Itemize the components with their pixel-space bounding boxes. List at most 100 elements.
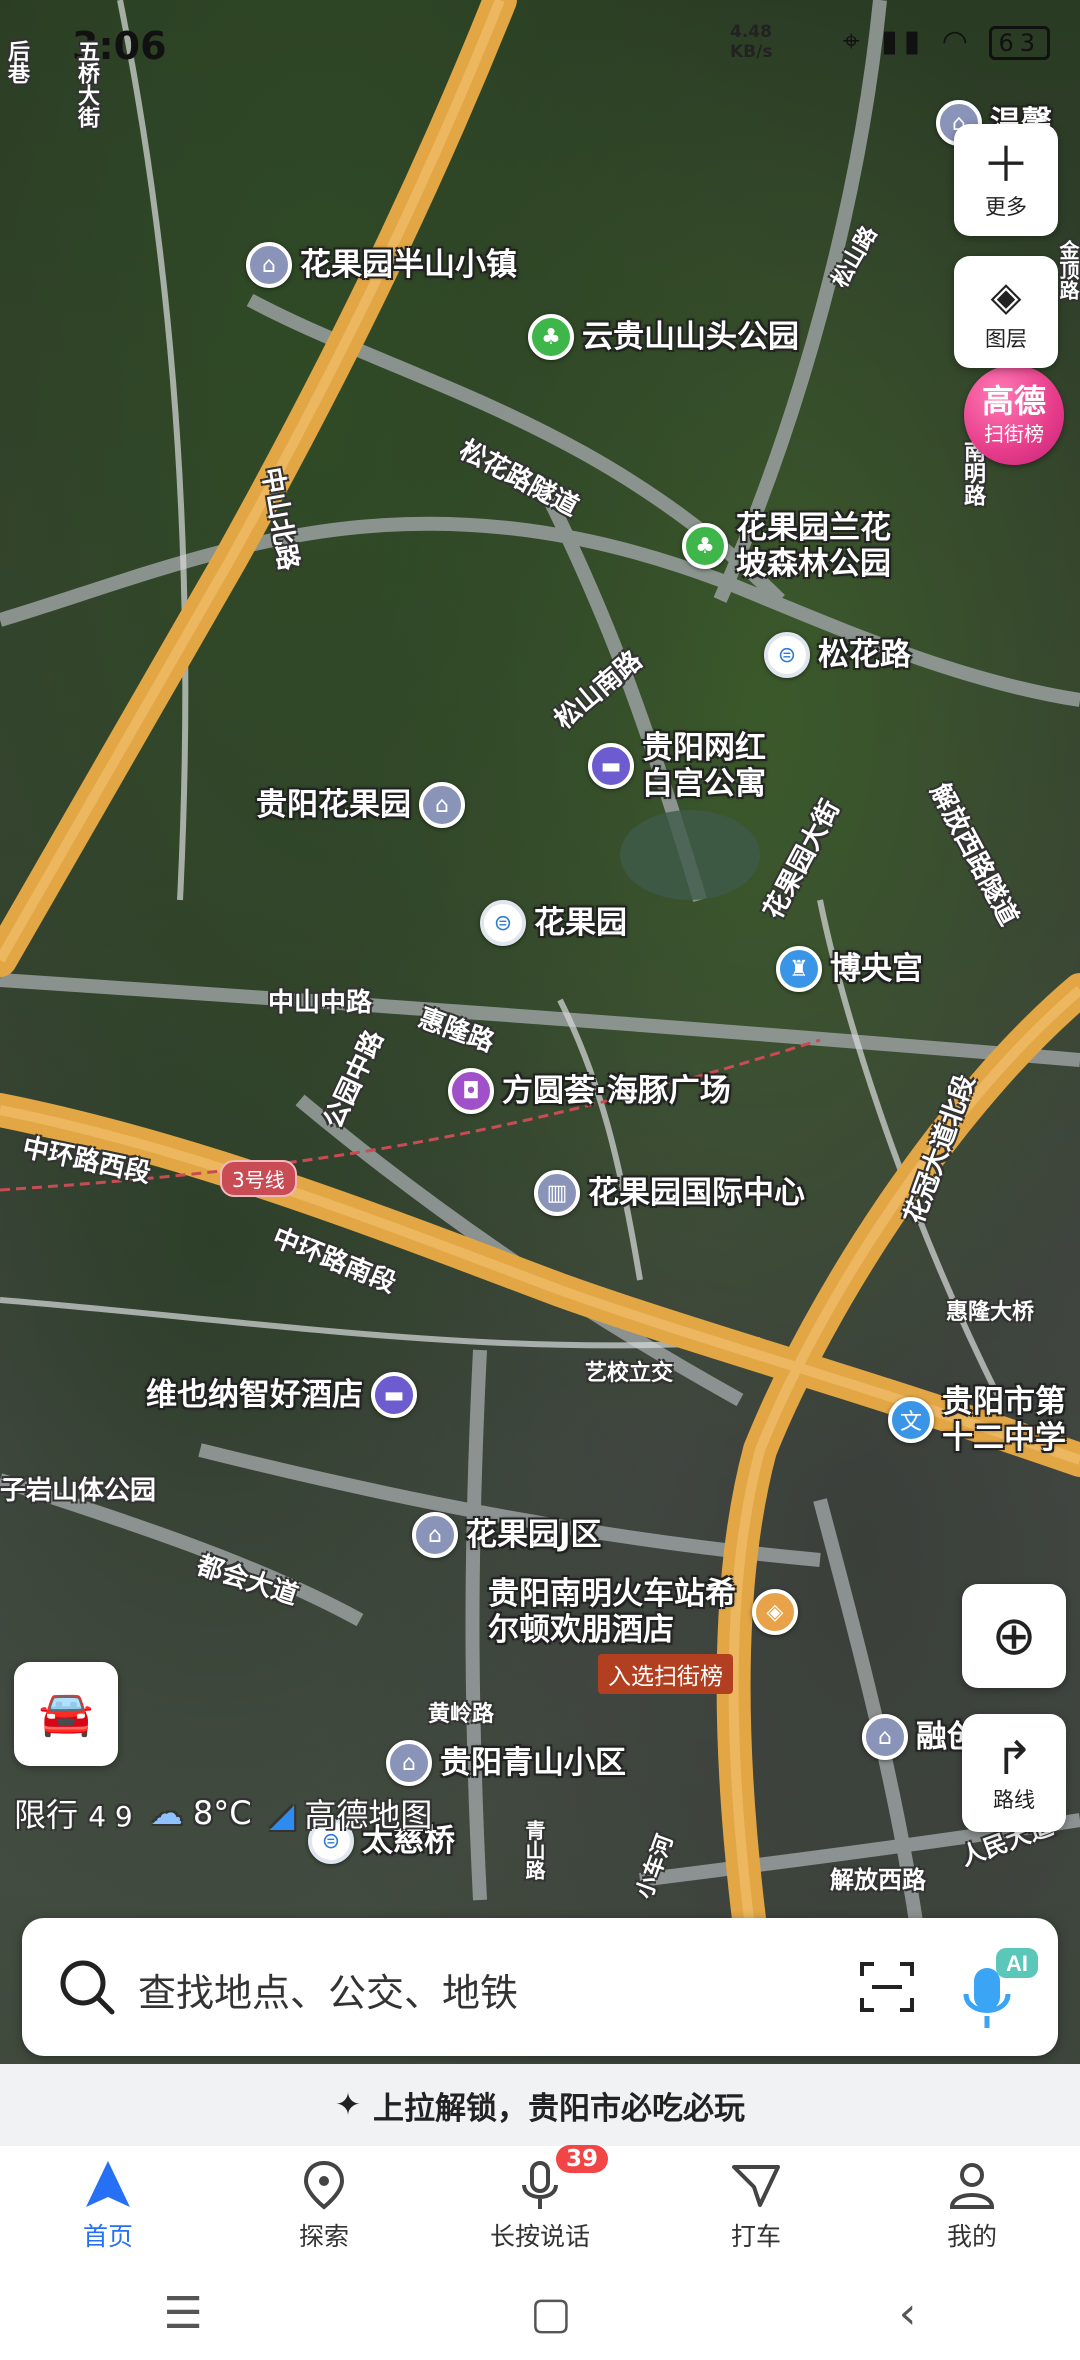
poi-marker[interactable]: ▬ 贵阳网红白宫公寓 bbox=[588, 730, 782, 802]
route-button[interactable]: ↱ 路线 bbox=[962, 1714, 1066, 1832]
promo-banner[interactable]: ✦ 上拉解锁，贵阳市必吃必玩 bbox=[0, 2064, 1080, 2146]
poi-label: 云贵山山头公园 bbox=[582, 319, 799, 355]
more-button[interactable]: ＋ 更多 bbox=[954, 124, 1058, 236]
route-arrow-icon: ↱ bbox=[994, 1731, 1034, 1785]
battery-icon: 63 bbox=[989, 26, 1050, 60]
car-mode-button[interactable]: 🚘 bbox=[14, 1662, 118, 1766]
tab-label: 首页 bbox=[82, 2222, 133, 2251]
poi-marker[interactable]: ♜ 博央宫 bbox=[776, 946, 923, 992]
road-label: 后巷 bbox=[4, 40, 29, 84]
more-label: 更多 bbox=[985, 195, 1027, 219]
road-label: 中山中路 bbox=[268, 988, 373, 1018]
poi-label: 花果园国际中心 bbox=[588, 1175, 805, 1211]
poi-marker[interactable]: ⌂ 融创 bbox=[862, 1714, 978, 1760]
poi-marker[interactable]: ♣ 云贵山山头公园 bbox=[528, 314, 799, 360]
tab-profile[interactable]: 我的 bbox=[882, 2159, 1062, 2253]
poi-marker[interactable]: ⌂ 花果园半山小镇 bbox=[246, 242, 517, 288]
road-label: 子岩山体公园 bbox=[0, 1476, 157, 1506]
layers-icon: ◈ bbox=[990, 274, 1022, 320]
home-icon[interactable]: ▢ bbox=[530, 2288, 572, 2339]
location-pin-icon bbox=[303, 2160, 345, 2210]
poi-marker[interactable]: ▬ 维也纳智好酒店 bbox=[146, 1372, 417, 1418]
poi-label: 花果园兰花坡森林公园 bbox=[736, 510, 891, 582]
poi-marker[interactable]: 文 贵阳市第十二中学 bbox=[888, 1384, 1080, 1456]
status-net-speed: 4.48 KB/s bbox=[730, 22, 772, 62]
hotel-icon: ▬ bbox=[588, 743, 634, 789]
poi-marker[interactable]: ⌂ 贵阳花果园 bbox=[256, 782, 465, 828]
poi-label: 贵阳花果园 bbox=[256, 787, 411, 823]
location-icon: ⌖ bbox=[842, 24, 866, 59]
poi-label: 贵阳南明火车站希尔顿欢朋酒店 bbox=[488, 1576, 736, 1648]
street-rank-button[interactable]: 高德 扫街榜 bbox=[964, 365, 1064, 465]
sparkle-icon: ✦ bbox=[335, 2087, 361, 2123]
road-label: 黄岭路 bbox=[428, 1702, 495, 1727]
tab-label: 打车 bbox=[730, 2222, 781, 2251]
road-label: 惠隆大桥 bbox=[946, 1300, 1035, 1325]
tab-label: 长按说话 bbox=[489, 2222, 590, 2251]
ai-voice-icon[interactable]: AI bbox=[960, 1944, 1040, 2030]
road-label: 艺校立交 bbox=[585, 1361, 674, 1386]
restriction-label: 限行 bbox=[14, 1796, 79, 1834]
locate-button[interactable]: ⊕ bbox=[962, 1584, 1066, 1688]
signal-icon: ▮▮ bbox=[881, 24, 927, 59]
scan-icon[interactable] bbox=[858, 1958, 916, 2016]
weather[interactable]: ☁ 8°C bbox=[151, 1794, 252, 1832]
entertainment-icon: ♜ bbox=[776, 946, 822, 992]
poi-marker[interactable]: ⌂ 贵阳青山小区 bbox=[386, 1740, 626, 1786]
poi-label: 花果园 bbox=[534, 905, 627, 941]
back-icon[interactable]: ‹ bbox=[899, 2288, 917, 2339]
road-label: 五桥大街 bbox=[74, 40, 99, 128]
search-input[interactable]: 查找地点、公交、地铁 bbox=[138, 1962, 518, 2017]
road-label: 青山路 bbox=[522, 1820, 546, 1880]
brand-name: 高德地图 bbox=[304, 1796, 433, 1834]
search-bar[interactable]: 查找地点、公交、地铁 AI bbox=[22, 1918, 1058, 2056]
tab-explore[interactable]: 探索 bbox=[234, 2159, 414, 2253]
brand-logo: ◢ 高德地图 bbox=[270, 1790, 433, 1836]
residential-icon: ⌂ bbox=[419, 782, 465, 828]
poi-label: 花果园J区 bbox=[466, 1517, 602, 1553]
residential-icon: ⌂ bbox=[246, 242, 292, 288]
tab-taxi[interactable]: 打车 bbox=[666, 2159, 846, 2253]
car-phone-icon: 🚘 bbox=[38, 1688, 94, 1739]
traffic-restriction[interactable]: 限行 4 9 bbox=[14, 1790, 133, 1836]
plus-icon: ＋ bbox=[981, 137, 1030, 193]
net-speed-unit: KB/s bbox=[730, 42, 773, 62]
residential-icon: ⌂ bbox=[412, 1512, 458, 1558]
layers-label: 图层 bbox=[985, 327, 1027, 351]
poi-label: 贵阳市第十二中学 bbox=[942, 1384, 1066, 1456]
poi-marker[interactable]: ⊜ 花果园 bbox=[480, 900, 627, 946]
system-nav-bar: ☰ ▢ ‹ bbox=[0, 2266, 1080, 2360]
info-row: 限行 4 9 ☁ 8°C ◢ 高德地图 bbox=[14, 1790, 432, 1836]
poi-marker[interactable]: ♣ 花果园兰花坡森林公园 bbox=[682, 510, 916, 582]
tab-home[interactable]: 首页 bbox=[18, 2159, 198, 2253]
restriction-value: 4 9 bbox=[88, 1800, 133, 1833]
poi-marker[interactable]: ◘ 方圆荟·海豚广场 bbox=[448, 1068, 731, 1114]
taxi-flag-icon bbox=[732, 2165, 780, 2207]
poi-marker[interactable]: ◈ 贵阳南明火车站希尔顿欢朋酒店 bbox=[488, 1576, 798, 1648]
cloud-icon: ☁ bbox=[150, 1794, 183, 1832]
hotel-icon: ▬ bbox=[371, 1372, 417, 1418]
menu-icon[interactable]: ☰ bbox=[164, 2288, 203, 2339]
poi-label: 维也纳智好酒店 bbox=[146, 1377, 363, 1413]
tab-voice[interactable]: 39 长按说话 bbox=[450, 2145, 630, 2253]
crosshair-icon: ⊕ bbox=[991, 1604, 1037, 1667]
rank-entry-tag[interactable]: 入选扫街榜 bbox=[598, 1654, 733, 1694]
promo-text: 上拉解锁，贵阳市必吃必玩 bbox=[372, 2090, 745, 2127]
poi-marker[interactable]: ⌂ 花果园J区 bbox=[412, 1512, 602, 1558]
poi-marker[interactable]: ⊜ 松花路 bbox=[764, 632, 911, 678]
layers-button[interactable]: ◈ 图层 bbox=[954, 256, 1058, 368]
school-icon: 文 bbox=[888, 1397, 934, 1443]
tab-label: 我的 bbox=[946, 2222, 997, 2251]
amap-logo-icon: ◢ bbox=[269, 1796, 295, 1834]
poi-label: 花果园半山小镇 bbox=[300, 247, 517, 283]
temperature-value: 8°C bbox=[192, 1794, 252, 1832]
notification-badge: 39 bbox=[556, 2145, 609, 2173]
poi-label: 贵阳青山小区 bbox=[440, 1745, 626, 1781]
ai-badge: AI bbox=[1006, 1951, 1028, 1976]
poi-label: 方圆荟·海豚广场 bbox=[502, 1073, 731, 1109]
poi-marker[interactable]: ▥ 花果园国际中心 bbox=[534, 1170, 805, 1216]
residential-icon: ⌂ bbox=[386, 1740, 432, 1786]
status-icons: ⌖ ▮▮ ◠ 63 bbox=[842, 24, 1050, 60]
metro-line-badge: 3号线 bbox=[220, 1160, 297, 1197]
map-view[interactable]: 3:06 4.48 KB/s ⌖ ▮▮ ◠ 63 松花路隧道 中环路西段 松山南… bbox=[0, 0, 1080, 2064]
